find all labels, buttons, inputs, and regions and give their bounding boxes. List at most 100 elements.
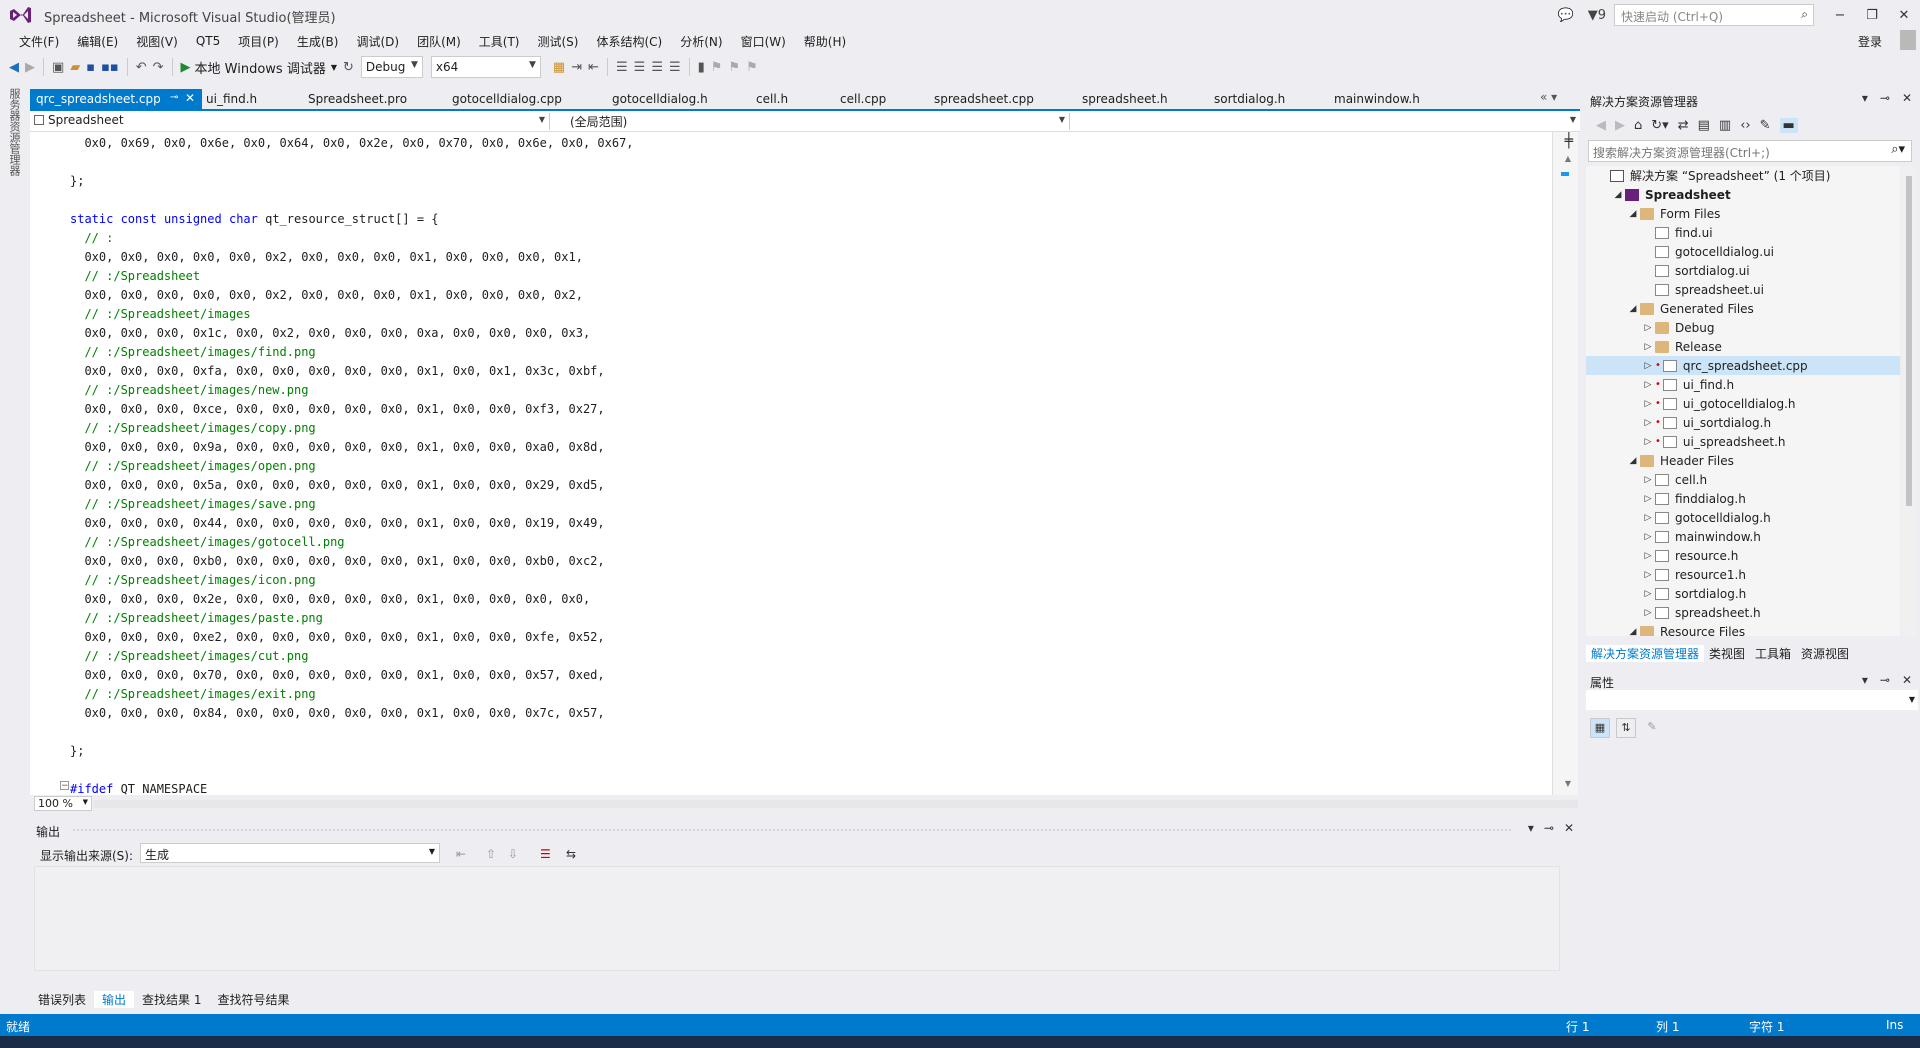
panel-grip[interactable] [72,828,1512,832]
expand-arrow-icon[interactable]: ◢ [1626,304,1640,314]
output-source-select[interactable]: 生成 ▼ [140,843,440,863]
redo-icon[interactable]: ↷ [153,60,164,75]
properties-icon[interactable]: ✎ [1760,118,1771,133]
previous-message-icon[interactable]: ⇧ [486,847,496,861]
back-icon[interactable]: ◀ [1596,118,1606,133]
code-text-area[interactable]: 0x0, 0x69, 0x0, 0x6e, 0x0, 0x64, 0x0, 0x… [30,132,1552,795]
menu-test[interactable]: 测试(S) [528,33,587,50]
scrollbar-thumb[interactable] [1906,176,1912,506]
tab-cell-cpp[interactable]: cell.cpp [836,89,930,110]
save-icon[interactable]: ▪ [86,60,95,75]
tree-item[interactable]: ▷ sortdialog.h [1586,584,1900,603]
scroll-up-icon[interactable]: ▲ [1565,154,1571,163]
home-icon[interactable]: ⌂ [1634,118,1642,133]
expand-arrow-icon[interactable]: ▷ [1641,342,1655,352]
collapse-all-icon[interactable]: ▤ [1698,118,1710,133]
forward-icon[interactable]: ▶ [25,60,35,75]
close-icon[interactable]: ✕ [1902,673,1912,687]
find-in-files-icon[interactable]: ▦ [553,60,565,75]
history-icon[interactable]: ↻▾ [1651,118,1668,133]
properties-object-select[interactable]: ▼ [1586,690,1918,710]
tab-class-view[interactable]: 类视图 [1704,645,1750,662]
tree-item[interactable]: ▷ • ui_sortdialog.h [1586,413,1900,432]
tab-mainwindow-h[interactable]: mainwindow.h [1330,89,1460,110]
expand-arrow-icon[interactable]: ▷ [1641,494,1655,504]
menu-edit[interactable]: 编辑(E) [68,33,127,50]
word-wrap-icon[interactable]: ⇆ [566,847,576,861]
member-dropdown[interactable]: ▼ [1070,113,1580,130]
menu-team[interactable]: 团队(M) [408,33,470,50]
server-explorer-tab[interactable]: 服务器资源管理器 [6,88,22,176]
scroll-down-icon[interactable]: ▼ [1565,779,1571,788]
expand-arrow-icon[interactable]: ▷ [1641,589,1655,599]
user-icon[interactable] [1900,30,1916,50]
menu-architecture[interactable]: 体系结构(C) [587,33,671,50]
solution-search-input[interactable]: 搜索解决方案资源管理器(Ctrl+;) ⌕▾ [1588,140,1912,162]
expand-arrow-icon[interactable]: ▷ [1641,551,1655,561]
tree-item[interactable]: ▷ gotocelldialog.h [1586,508,1900,527]
tree-item[interactable]: 解决方案 “Spreadsheet” (1 个项目) [1586,166,1900,185]
tree-item[interactable]: ▷ • ui_gotocelldialog.h [1586,394,1900,413]
tree-item[interactable]: ▷ Debug [1586,318,1900,337]
editor-horizontal-scrollbar[interactable] [94,800,1578,808]
step-icon[interactable]: ⇥ [571,60,582,75]
tree-item[interactable]: ▷ resource1.h [1586,565,1900,584]
panel-dropdown-icon[interactable]: ▾ [1528,821,1534,835]
tab-spreadsheet-pro[interactable]: Spreadsheet.pro [300,89,448,110]
expand-arrow-icon[interactable]: ◢ [1611,190,1625,200]
tab-find-symbol-results[interactable]: 查找符号结果 [209,991,297,1008]
tree-item[interactable]: ▷ • ui_find.h [1586,375,1900,394]
alphabetical-icon[interactable]: ⇅ [1616,718,1636,738]
tab-find-results-1[interactable]: 查找结果 1 [134,991,209,1008]
expand-arrow-icon[interactable]: ▷ [1641,513,1655,523]
back-icon[interactable]: ◀ [9,60,19,75]
expand-arrow-icon[interactable]: ◢ [1626,456,1640,466]
expand-arrow-icon[interactable]: ▷ [1641,608,1655,618]
expand-arrow-icon[interactable]: ▷ [1641,532,1655,542]
tree-item[interactable]: gotocelldialog.ui [1586,242,1900,261]
sync-icon[interactable]: ⇄ [1678,118,1689,133]
tree-item[interactable]: ▷ spreadsheet.h [1586,603,1900,622]
expand-arrow-icon[interactable]: ▷ [1641,323,1655,333]
next-message-icon[interactable]: ⇩ [508,847,518,861]
expand-arrow-icon[interactable]: ▷ [1641,475,1655,485]
restore-button[interactable]: ❐ [1856,8,1888,23]
tree-item[interactable]: ▷ finddialog.h [1586,489,1900,508]
close-tab-icon[interactable]: ✕ [185,91,195,105]
expand-arrow-icon[interactable]: ▷ [1641,380,1655,390]
new-project-icon[interactable]: ▣ [52,60,64,75]
outdent-icon[interactable]: ☰ [634,60,646,75]
project-dropdown[interactable]: Spreadsheet ▼ [30,113,550,130]
property-pages-icon[interactable]: ✎ [1642,718,1662,738]
clear-bookmarks-icon[interactable]: ⚑ [746,60,758,75]
undo-icon[interactable]: ↶ [136,60,147,75]
next-bookmark-icon[interactable]: ⚑ [728,60,740,75]
editor-vertical-scrollbar[interactable]: ╪ ▲ ▼ [1552,132,1578,795]
tab-overflow-dropdown[interactable]: « ▾ [1540,90,1557,104]
tree-item[interactable]: ▷ resource.h [1586,546,1900,565]
tree-item[interactable]: ▷ mainwindow.h [1586,527,1900,546]
expand-arrow-icon[interactable]: ◢ [1626,209,1640,219]
tree-item[interactable]: ▷ cell.h [1586,470,1900,489]
menu-debug[interactable]: 调试(D) [347,33,408,50]
start-debugging-button[interactable]: ▶ 本地 Windows 调试器 ▼ [181,58,337,77]
tab-output[interactable]: 输出 [94,990,135,1008]
menu-qt5[interactable]: QT5 [187,34,229,48]
tree-item[interactable]: ◢ Generated Files [1586,299,1900,318]
tab-cell-h[interactable]: cell.h [752,89,836,110]
clear-all-icon[interactable]: ☰ [540,847,551,861]
preview-icon[interactable]: ▬ [1779,117,1798,133]
pin-icon[interactable]: ⊸ [170,92,178,103]
prev-bookmark-icon[interactable]: ⚑ [711,60,723,75]
split-window-icon[interactable]: ╪ [1565,133,1573,149]
tab-sortdialog-h[interactable]: sortdialog.h [1210,89,1330,110]
pin-icon[interactable]: ⊸ [1880,673,1890,687]
tree-item[interactable]: sortdialog.ui [1586,261,1900,280]
expand-arrow-icon[interactable]: ▷ [1641,570,1655,580]
expand-arrow-icon[interactable]: ▷ [1641,418,1655,428]
pin-icon[interactable]: ⊸ [1544,821,1554,835]
categorized-icon[interactable]: ▦ [1590,718,1610,738]
menu-analyze[interactable]: 分析(N) [671,33,731,50]
collapse-region-icon[interactable]: − [60,781,69,791]
tab-toolbox[interactable]: 工具箱 [1750,645,1796,662]
